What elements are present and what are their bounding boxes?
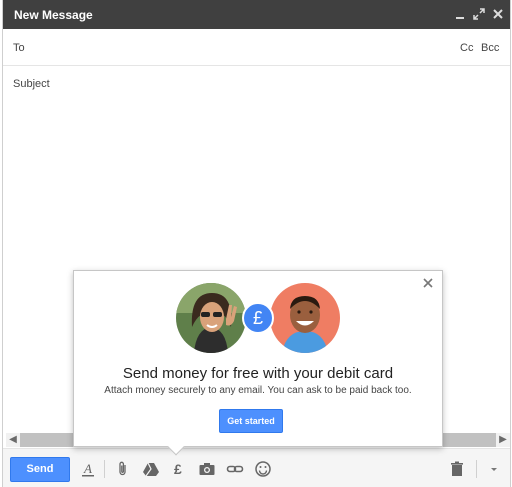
promo-close-icon[interactable]	[422, 277, 434, 289]
toolbar-divider	[476, 460, 477, 478]
link-icon[interactable]	[226, 460, 244, 478]
compose-titlebar[interactable]: New Message	[3, 0, 510, 29]
promo-title: Send money for free with your debit card	[122, 365, 394, 382]
close-icon[interactable]	[490, 6, 506, 22]
compose-title: New Message	[14, 8, 93, 22]
trash-icon[interactable]	[448, 460, 466, 478]
camera-icon[interactable]	[198, 460, 216, 478]
money-icon[interactable]: £	[170, 460, 188, 478]
expand-icon[interactable]	[471, 6, 487, 22]
promo-subtitle: Attach money securely to any email. You …	[104, 385, 412, 396]
to-label: To	[13, 42, 25, 54]
get-started-button[interactable]: Get started	[219, 409, 283, 433]
money-symbol: £	[174, 461, 182, 477]
send-button[interactable]: Send	[10, 457, 70, 482]
toolbar-divider	[104, 460, 105, 478]
more-options-icon[interactable]	[485, 460, 503, 478]
compose-toolbar: Send A £	[3, 448, 510, 487]
cc-link[interactable]: Cc	[460, 42, 473, 54]
subject-field[interactable]: Subject	[3, 66, 510, 102]
recipient-avatar	[270, 283, 340, 353]
sender-avatar	[176, 283, 246, 353]
format-text-icon[interactable]: A	[79, 460, 97, 478]
drive-icon[interactable]	[142, 460, 160, 478]
bcc-link[interactable]: Bcc	[481, 42, 499, 54]
scroll-right-icon[interactable]: ▶	[496, 433, 510, 447]
emoji-icon[interactable]	[254, 460, 272, 478]
minimize-icon[interactable]	[452, 6, 468, 22]
attach-icon[interactable]	[114, 460, 132, 478]
money-badge: £	[242, 302, 274, 334]
to-field[interactable]: To Cc Bcc	[3, 30, 510, 66]
send-money-promo: £ Send money for free with your debit ca…	[73, 270, 443, 456]
svg-text:A: A	[83, 461, 92, 476]
scroll-left-icon[interactable]: ◀	[6, 433, 20, 447]
subject-label: Subject	[13, 78, 50, 90]
